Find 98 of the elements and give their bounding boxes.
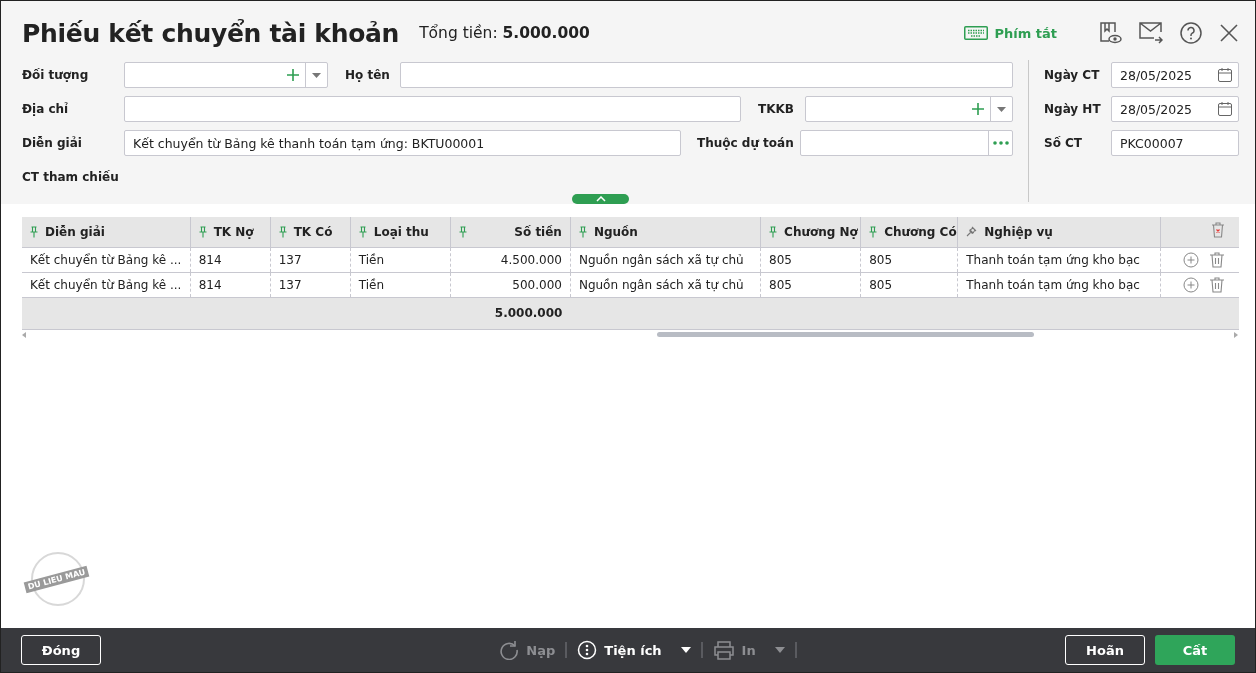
date-field[interactable]: 28/05/2025 xyxy=(1111,96,1239,122)
scroll-left-icon[interactable] xyxy=(22,331,26,338)
table-cell: Kết chuyển từ Bảng kê ... xyxy=(22,247,191,272)
add-row-button[interactable] xyxy=(1183,251,1199,268)
window-title: Phiếu kết chuyển tài khoản xyxy=(22,18,400,48)
close-button[interactable] xyxy=(1219,23,1239,43)
text-input[interactable]: PKC00007 xyxy=(1112,132,1238,154)
collapse-button[interactable] xyxy=(572,194,629,204)
combo-field[interactable] xyxy=(124,62,328,88)
help-button[interactable] xyxy=(1180,22,1202,44)
more-button[interactable]: Tiện ích xyxy=(567,640,701,660)
field-label: Ngày CT xyxy=(1044,68,1101,82)
email-button[interactable] xyxy=(1139,22,1163,44)
text-input[interactable]: Kết chuyển từ Bảng kê thanh toán tạm ứng: BKTU00001 xyxy=(125,132,680,154)
table-cell: 4.500.000 xyxy=(450,247,571,272)
help-icon xyxy=(1180,22,1202,44)
keyboard-icon xyxy=(964,26,989,40)
date-field[interactable]: 28/05/2025 xyxy=(1111,62,1239,88)
plus-icon xyxy=(286,68,300,82)
table-cell: 805 xyxy=(760,272,861,297)
pin-icon[interactable] xyxy=(458,225,467,238)
plus-circle-icon xyxy=(1183,276,1199,293)
field-label: Địa chỉ xyxy=(22,102,70,116)
email-icon xyxy=(1139,22,1163,44)
cancel-button[interactable]: Hoãn xyxy=(1065,635,1145,665)
table-cell: 137 xyxy=(270,272,351,297)
add-row-button[interactable] xyxy=(1183,276,1199,293)
pin-icon[interactable] xyxy=(358,225,367,238)
delete-row-button[interactable] xyxy=(1209,276,1225,293)
table-cell: Tiền xyxy=(350,247,451,272)
plus-icon xyxy=(971,102,985,116)
total-amount: Tổng tiền: 5.000.000 xyxy=(419,24,590,42)
text-input[interactable]: 28/05/2025 xyxy=(1112,98,1217,120)
field-label: Đối tượng xyxy=(22,68,90,82)
preview-button[interactable] xyxy=(1098,21,1122,45)
table-cell: Nguồn ngân sách xã tự chủ xyxy=(570,247,761,272)
table-cell: 500.000 xyxy=(450,272,571,297)
field-label: Diễn giải xyxy=(22,136,83,150)
table-cell: Tiền xyxy=(350,272,451,297)
text-input[interactable]: 28/05/2025 xyxy=(1112,64,1217,86)
column-header[interactable]: TK Có xyxy=(270,217,351,247)
column-header[interactable]: Nguồn xyxy=(570,217,761,247)
caret-icon xyxy=(312,72,321,78)
pin-icon[interactable] xyxy=(966,226,978,238)
table-cell: 814 xyxy=(190,272,271,297)
combo-field[interactable] xyxy=(805,96,1013,122)
table-cell: 805 xyxy=(860,272,958,297)
sample-data-stamp: DU LIEU MAU xyxy=(25,552,89,606)
table-cell: Thanh toán tạm ứng kho bạc xyxy=(957,272,1161,297)
pin-icon[interactable] xyxy=(578,225,587,238)
table-cell: 137 xyxy=(270,247,351,272)
field-label: Họ tên xyxy=(345,68,391,82)
chevron-up-icon xyxy=(595,196,606,202)
column-header[interactable]: Diễn giải xyxy=(22,217,191,247)
plus-circle-icon xyxy=(1183,251,1199,268)
picker-field[interactable] xyxy=(800,130,1013,156)
printer-icon xyxy=(712,640,735,660)
caret-icon xyxy=(774,647,785,653)
table-cell: 814 xyxy=(190,247,271,272)
close-icon xyxy=(1219,23,1239,43)
field-label: Số CT xyxy=(1044,136,1084,150)
calendar-icon xyxy=(1217,101,1233,117)
column-header[interactable]: TK Nợ xyxy=(190,217,271,247)
column-header[interactable]: Chương Nợ xyxy=(760,217,861,247)
caret-icon xyxy=(997,106,1006,112)
column-header[interactable]: Nghiệp vụ xyxy=(957,217,1161,247)
dots-icon xyxy=(992,141,1009,145)
scrollbar-thumb[interactable] xyxy=(657,331,1034,337)
field-label: TKKB xyxy=(758,102,795,116)
total-cell: 5.000.000 xyxy=(450,297,571,329)
more-icon xyxy=(577,640,598,660)
table-cell: 805 xyxy=(760,247,861,272)
pin-icon[interactable] xyxy=(769,225,778,238)
pin-icon[interactable] xyxy=(198,225,207,238)
more-button[interactable] xyxy=(988,131,1012,155)
pin-icon[interactable] xyxy=(30,225,38,238)
field-label: CT tham chiếu xyxy=(22,170,120,184)
column-header[interactable]: Chương Có xyxy=(860,217,958,247)
document-eye-icon xyxy=(1098,21,1122,45)
column-header[interactable]: Số tiền xyxy=(450,217,571,247)
table-cell: 805 xyxy=(860,247,958,272)
trash-icon xyxy=(1209,276,1225,293)
table-cell: Nguồn ngân sách xã tự chủ xyxy=(570,272,761,297)
column-header[interactable]: Loại thu xyxy=(350,217,451,247)
field-label: Thuộc dự toán xyxy=(697,136,795,150)
delete-row-button[interactable] xyxy=(1209,251,1225,268)
close-dialog-button[interactable]: Đóng xyxy=(21,635,101,665)
table-cell: Thanh toán tạm ứng kho bạc xyxy=(957,247,1161,272)
table-cell: Kết chuyển từ Bảng kê ... xyxy=(22,272,191,297)
trash-icon xyxy=(1209,251,1225,268)
caret-icon xyxy=(680,647,691,653)
scroll-right-icon[interactable] xyxy=(1234,331,1238,338)
reload-icon xyxy=(499,640,520,660)
calendar-icon xyxy=(1217,67,1233,83)
pin-icon[interactable] xyxy=(278,225,287,238)
field-label: Ngày HT xyxy=(1044,102,1102,116)
delete-all-icon[interactable] xyxy=(1211,222,1225,239)
pin-icon[interactable] xyxy=(869,225,878,238)
